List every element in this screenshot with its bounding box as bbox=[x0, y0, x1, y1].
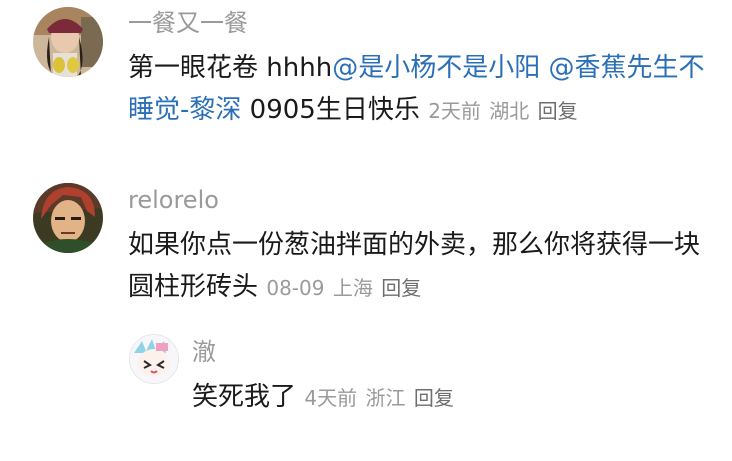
comment-text: 笑死我了 4天前 浙江 回复 bbox=[192, 376, 712, 419]
reply-button[interactable]: 回复 bbox=[381, 276, 421, 300]
username[interactable]: relorelo bbox=[128, 185, 219, 215]
reply-button[interactable]: 回复 bbox=[538, 99, 578, 123]
comment-text: 第一眼花卷 hhhh@是小杨不是小阳 @香蕉先生不睡觉-黎深 0905生日快乐 … bbox=[128, 47, 708, 132]
comment-location: 湖北 bbox=[489, 99, 530, 123]
comment-location: 浙江 bbox=[365, 386, 406, 410]
avatar[interactable] bbox=[129, 334, 179, 384]
avatar[interactable] bbox=[33, 7, 103, 77]
mention-link[interactable]: @是小杨不是小阳 bbox=[332, 53, 540, 83]
comment-text-plain: 笑死我了 bbox=[192, 382, 297, 412]
comment-time: 4天前 bbox=[304, 386, 358, 410]
comment-location: 上海 bbox=[332, 276, 373, 300]
comment-text-plain: 0905生日快乐 bbox=[249, 95, 420, 125]
comment-text: 如果你点一份葱油拌面的外卖，那么你将获得一块圆柱形砖头 08-09 上海 回复 bbox=[128, 224, 708, 309]
comment-time: 08-09 bbox=[266, 276, 325, 300]
username[interactable]: 一餐又一餐 bbox=[128, 8, 248, 38]
comment-time: 2天前 bbox=[428, 99, 481, 123]
reply-button[interactable]: 回复 bbox=[414, 386, 454, 410]
comment-text-plain: 第一眼花卷 hhhh bbox=[128, 53, 333, 83]
avatar[interactable] bbox=[33, 183, 103, 253]
username[interactable]: 澈 bbox=[192, 337, 216, 367]
